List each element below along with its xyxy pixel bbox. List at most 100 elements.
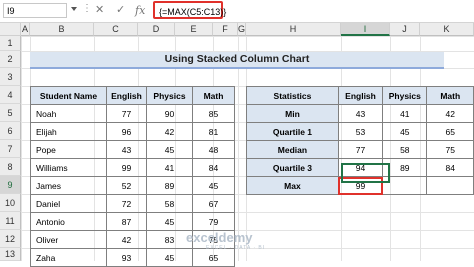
formula-bar-grip-icon[interactable]: ⋮ [82,3,92,14]
column-header-d[interactable]: D [138,23,175,36]
row-header-13[interactable]: 13 [0,248,21,261]
score-cell[interactable]: 96 [106,122,147,141]
statistic-value-cell[interactable]: 45 [382,122,428,141]
statistic-label-cell[interactable]: Min [246,104,339,123]
score-cell[interactable]: 42 [146,122,193,141]
table-header-row: Statistics English Physics Math [246,86,474,105]
row-header-6[interactable]: 6 [0,122,21,140]
student-name-cell[interactable]: Zaha [30,248,107,267]
score-cell[interactable]: 87 [106,212,147,231]
statistic-value-cell[interactable] [382,176,428,195]
student-name-cell[interactable]: Noah [30,104,107,123]
score-cell[interactable]: 67 [192,194,235,213]
header-math[interactable]: Math [192,86,235,105]
header-physics[interactable]: Physics [146,86,193,105]
header-english[interactable]: English [337,86,384,105]
score-cell[interactable]: 45 [146,140,193,159]
score-cell[interactable]: 48 [192,140,235,159]
statistic-label-cell[interactable]: Quartile 3 [246,158,339,177]
row-header-9[interactable]: 9 [0,176,21,194]
column-header-a[interactable]: A [21,23,30,36]
score-cell[interactable]: 43 [106,140,147,159]
student-name-cell[interactable]: Pope [30,140,107,159]
score-cell[interactable]: 90 [146,104,193,123]
column-header-j[interactable]: J [390,23,420,36]
statistic-label-cell[interactable]: Median [246,140,339,159]
row-header-10[interactable]: 10 [0,194,21,212]
table-header-row: Student Name English Physics Math [30,86,235,105]
statistic-value-cell[interactable] [426,176,474,195]
row-header-3[interactable]: 3 [0,68,21,86]
formula-input[interactable]: {=MAX(C5:C13)} [153,1,226,19]
column-header-k[interactable]: K [420,23,474,36]
student-name-cell[interactable]: Williams [30,158,107,177]
statistic-value-cell[interactable]: 99 [337,176,384,195]
table-row: Elijah 96 42 81 [30,122,235,141]
column-header-g[interactable]: G [238,23,246,36]
gridline [21,36,474,37]
name-box-dropdown-icon[interactable] [71,7,77,11]
select-all-corner[interactable] [0,23,21,36]
statistic-value-cell[interactable]: 42 [426,104,474,123]
row-header-5[interactable]: 5 [0,104,21,122]
row-header-1[interactable]: 1 [0,36,21,51]
score-cell[interactable]: 45 [146,212,193,231]
score-cell[interactable]: 99 [106,158,147,177]
statistic-value-cell[interactable]: 65 [426,122,474,141]
score-cell[interactable]: 58 [146,194,193,213]
insert-function-icon[interactable]: fx [135,4,145,17]
score-cell[interactable]: 52 [106,176,147,195]
name-box[interactable]: I9 [3,3,67,18]
statistic-value-cell[interactable]: 77 [337,140,384,159]
sheet-title[interactable]: Using Stacked Column Chart [30,52,444,69]
student-name-cell[interactable]: Daniel [30,194,107,213]
student-name-cell[interactable]: Antonio [30,212,107,231]
row-header-4[interactable]: 4 [0,86,21,104]
column-header-b[interactable]: B [30,23,94,36]
score-cell[interactable]: 41 [146,158,193,177]
score-cell[interactable]: 45 [192,176,235,195]
statistic-value-cell[interactable]: 84 [426,158,474,177]
row-header-11[interactable]: 11 [0,212,21,230]
table-row: Quartile 3 94 89 84 [246,158,474,177]
score-cell[interactable]: 79 [192,212,235,231]
row-header-8[interactable]: 8 [0,158,21,176]
statistic-label-cell[interactable]: Quartile 1 [246,122,339,141]
score-cell[interactable]: 72 [106,194,147,213]
score-cell[interactable]: 89 [146,176,193,195]
statistic-value-cell[interactable]: 89 [382,158,428,177]
header-physics[interactable]: Physics [382,86,428,105]
column-header-f[interactable]: F [213,23,238,36]
statistic-value-cell[interactable]: 41 [382,104,428,123]
statistic-value-cell[interactable]: 43 [337,104,384,123]
column-header-c[interactable]: C [94,23,138,36]
enter-icon[interactable]: ✓ [116,4,125,17]
statistic-value-cell[interactable]: 75 [426,140,474,159]
column-header-i[interactable]: I [341,23,390,36]
row-header-7[interactable]: 7 [0,140,21,158]
header-statistics[interactable]: Statistics [246,86,339,105]
column-header-e[interactable]: E [175,23,213,36]
column-header-h[interactable]: H [246,23,341,36]
student-name-cell[interactable]: James [30,176,107,195]
row-header-2[interactable]: 2 [0,51,21,68]
score-cell[interactable]: 45 [146,248,193,267]
score-cell[interactable]: 77 [106,104,147,123]
score-cell[interactable]: 81 [192,122,235,141]
score-cell[interactable]: 85 [192,104,235,123]
cancel-icon[interactable]: ✕ [95,4,104,17]
statistic-value-cell[interactable]: 94 [337,158,384,177]
header-math[interactable]: Math [426,86,474,105]
score-cell[interactable]: 65 [192,248,235,267]
student-name-cell[interactable]: Elijah [30,122,107,141]
statistic-value-cell[interactable]: 53 [337,122,384,141]
header-student-name[interactable]: Student Name [30,86,107,105]
score-cell[interactable]: 84 [192,158,235,177]
header-english[interactable]: English [106,86,147,105]
score-cell[interactable]: 93 [106,248,147,267]
statistic-label-cell[interactable]: Max [246,176,339,195]
student-name-cell[interactable]: Oliver [30,230,107,249]
row-header-12[interactable]: 12 [0,230,21,248]
statistic-value-cell[interactable]: 58 [382,140,428,159]
score-cell[interactable]: 42 [106,230,147,249]
